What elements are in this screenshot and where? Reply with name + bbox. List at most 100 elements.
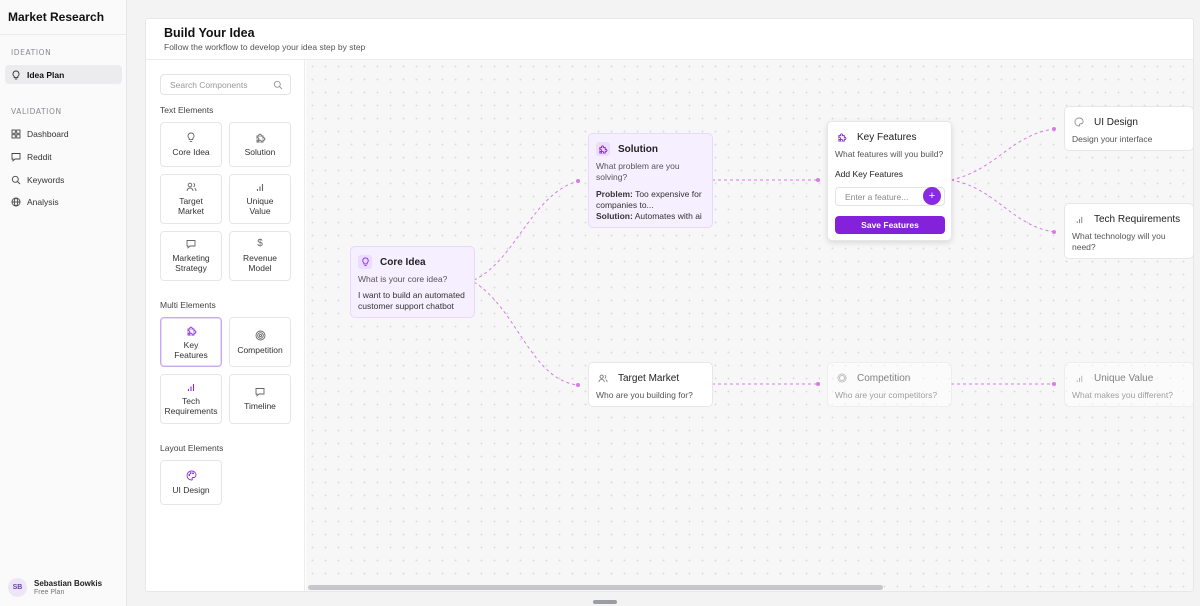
feature-input-placeholder: Enter a feature... [845, 191, 909, 202]
sidebar-item-reddit[interactable]: Reddit [5, 147, 122, 166]
sidebar-item-label: Idea Plan [27, 69, 65, 80]
bar-chart-icon [1072, 212, 1086, 226]
grid-icon [11, 129, 21, 139]
sidebar-item-idea-plan[interactable]: Idea Plan [5, 65, 122, 84]
node-question: What features will you build? [835, 149, 944, 159]
puzzle-icon [186, 325, 197, 336]
tile-core-idea[interactable]: Core Idea [160, 122, 222, 167]
sidebar-item-keywords[interactable]: Keywords [5, 170, 122, 189]
section-label-layout-elements: Layout Elements [160, 443, 224, 453]
edge-key-features-tech [950, 179, 1055, 233]
node-title: Key Features [857, 131, 917, 143]
search-input[interactable]: Search Components [160, 74, 291, 95]
tile-key-features[interactable]: Key Features [160, 317, 222, 367]
chat-icon [186, 239, 196, 249]
user-plan: Free Plan [34, 589, 65, 596]
resize-handle[interactable] [593, 600, 617, 604]
section-label-text-elements: Text Elements [160, 105, 214, 115]
tile-target-market[interactable]: Target Market [160, 174, 222, 224]
sidebar-item-label: Analysis [27, 196, 59, 207]
bar-chart-icon [1072, 371, 1086, 385]
target-icon [255, 330, 266, 341]
puzzle-icon [596, 142, 610, 156]
node-header: Key Features [835, 130, 916, 144]
tile-solution[interactable]: Solution [229, 122, 291, 167]
dollar-icon: $ [257, 238, 263, 249]
sidebar-item-dashboard[interactable]: Dashboard [5, 124, 122, 143]
node-solution[interactable]: Solution What problem are you solving? P… [588, 133, 713, 228]
bar-chart-icon [186, 382, 196, 392]
node-tech-requirements[interactable]: Tech Requirements What technology will y… [1064, 203, 1193, 259]
section-label-multi-elements: Multi Elements [160, 300, 216, 310]
puzzle-icon [255, 132, 266, 143]
node-title: Solution [618, 143, 658, 155]
node-question: Who are your competitors? [835, 390, 938, 400]
node-title: Core Idea [380, 256, 426, 268]
sidebar-item-label: Dashboard [27, 128, 69, 139]
page-subtitle: Follow the workflow to develop your idea… [164, 42, 366, 52]
node-ui-design[interactable]: UI Design Design your interface [1064, 106, 1193, 151]
node-title: Target Market [618, 372, 680, 384]
node-unique-value[interactable]: Unique Value What makes you different? [1064, 362, 1193, 407]
sidebar-item-label: Keywords [27, 174, 65, 185]
chat-icon [255, 387, 265, 397]
tile-timeline[interactable]: Timeline [229, 374, 291, 424]
tile-tech-requirements[interactable]: Tech Requirements [160, 374, 222, 424]
edge-handle [1052, 230, 1056, 234]
user-name: Sebastian Bowkis [34, 579, 103, 588]
users-icon [186, 182, 197, 192]
users-icon [596, 371, 610, 385]
tile-unique-value[interactable]: Unique Value [229, 174, 291, 224]
palette-icon [186, 470, 197, 481]
node-answer: I want to build an automated customer su… [358, 290, 465, 311]
tile-label: Solution [244, 147, 276, 157]
add-feature-button[interactable]: + [923, 187, 941, 205]
bar-chart-icon [255, 182, 265, 192]
tile-marketing-strategy[interactable]: Marketing Strategy [160, 231, 222, 281]
tile-competition[interactable]: Competition [229, 317, 291, 367]
edge-handle [576, 383, 580, 387]
solution-text: Automates with ai [634, 211, 702, 221]
tile-label: Unique Value [246, 196, 274, 216]
workflow-canvas[interactable]: Core Idea What is your core idea? I want… [306, 60, 1193, 591]
tile-revenue-model[interactable]: $ Revenue Model [229, 231, 291, 281]
save-features-button[interactable]: Save Features [835, 216, 945, 234]
tile-label: UI Design [172, 485, 210, 495]
sidebar: Market Research IDEATION Idea Plan VALID… [0, 0, 127, 606]
search-placeholder: Search Components [170, 79, 248, 90]
node-question: What makes you different? [1072, 390, 1173, 400]
divider [0, 34, 126, 35]
edge-handle [576, 179, 580, 183]
node-problem: Problem: Too expensive for companies to.… [596, 189, 708, 211]
app-window: Market Research IDEATION Idea Plan VALID… [0, 0, 1200, 606]
horizontal-scrollbar[interactable] [308, 585, 883, 590]
edge-handle [1052, 127, 1056, 131]
sidebar-item-analysis[interactable]: Analysis [5, 192, 122, 211]
edge-handle [816, 382, 820, 386]
tile-ui-design[interactable]: UI Design [160, 460, 222, 505]
edge-handle [1052, 382, 1056, 386]
node-competition[interactable]: Competition Who are your competitors? [827, 362, 952, 407]
puzzle-icon [835, 130, 849, 144]
tile-label: Marketing Strategy [172, 253, 210, 273]
brand-title: Market Research [8, 10, 105, 24]
edge-handle [816, 178, 820, 182]
node-key-features[interactable]: Key Features What features will you buil… [827, 121, 952, 241]
lightbulb-icon [186, 132, 196, 143]
node-header: Tech Requirements [1072, 212, 1180, 226]
node-target-market[interactable]: Target Market Who are you building for? [588, 362, 713, 407]
node-header: UI Design [1072, 115, 1138, 129]
node-question: What is your core idea? [358, 274, 448, 284]
tile-label: Core Idea [172, 147, 210, 157]
search-icon [11, 175, 21, 185]
node-core-idea[interactable]: Core Idea What is your core idea? I want… [350, 246, 475, 318]
lightbulb-icon [11, 70, 21, 80]
solution-label: Solution: [596, 211, 633, 221]
user-profile[interactable]: SB Sebastian Bowkis Free Plan [8, 578, 102, 597]
node-header: Core Idea [358, 255, 426, 269]
section-label-ideation: IDEATION [11, 48, 52, 57]
tile-label: Tech Requirements [164, 396, 218, 416]
edge-core-target-market [473, 281, 579, 386]
palette-icon [1072, 115, 1086, 129]
edge-core-solution [473, 180, 579, 281]
